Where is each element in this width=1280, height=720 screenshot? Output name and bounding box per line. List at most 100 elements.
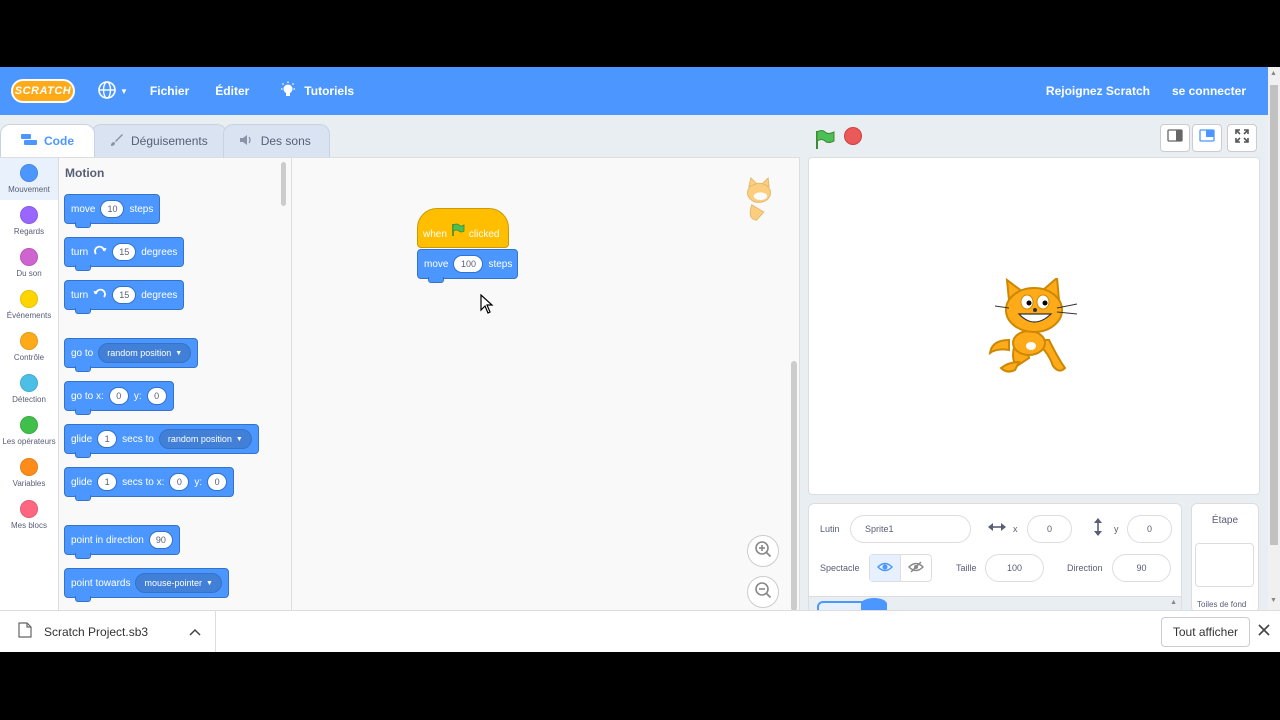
palette-scrollbar[interactable] bbox=[281, 162, 286, 206]
block-move-script[interactable]: move 100 steps bbox=[417, 249, 518, 283]
block-glide-xy[interactable]: glide 1 secs to x: 0 y: 0 bbox=[64, 467, 235, 501]
fullscreen-button[interactable] bbox=[1227, 124, 1257, 152]
block-goto[interactable]: go to random position ▼ bbox=[64, 338, 199, 372]
fullscreen-icon bbox=[1235, 128, 1249, 148]
green-flag-button[interactable] bbox=[814, 129, 836, 156]
category-2[interactable]: Du son bbox=[0, 242, 58, 284]
tab-code[interactable]: Code bbox=[0, 124, 95, 157]
sprite-name-input[interactable]: Sprite1 bbox=[850, 515, 971, 543]
delete-sprite-button[interactable] bbox=[861, 598, 887, 610]
tab-sounds[interactable]: Des sons bbox=[222, 124, 330, 157]
size-input[interactable]: 100 bbox=[985, 554, 1044, 582]
zoom-out-button[interactable] bbox=[747, 576, 779, 608]
scroll-up-icon[interactable]: ▲ bbox=[1270, 70, 1277, 77]
category-5[interactable]: Détection bbox=[0, 368, 58, 410]
category-6[interactable]: Les opérateurs bbox=[0, 410, 58, 452]
scrollbar-thumb[interactable] bbox=[1270, 85, 1278, 545]
chevron-down-icon: ▼ bbox=[120, 86, 128, 96]
category-8[interactable]: Mes blocs bbox=[0, 494, 58, 536]
sign-in-link[interactable]: se connecter bbox=[1172, 84, 1246, 98]
block-input[interactable]: 1 bbox=[97, 430, 118, 448]
category-label: Mes blocs bbox=[10, 521, 47, 530]
block-input[interactable]: 0 bbox=[108, 387, 129, 405]
block-point-towards[interactable]: point towards mouse-pointer ▼ bbox=[64, 568, 229, 602]
block-text: point in direction bbox=[71, 534, 144, 546]
block-input[interactable]: 15 bbox=[112, 286, 137, 304]
category-3[interactable]: Événements bbox=[0, 284, 58, 326]
join-scratch-link[interactable]: Rejoignez Scratch bbox=[1046, 84, 1150, 98]
scroll-down-icon[interactable]: ▼ bbox=[1270, 597, 1277, 604]
vertical-arrows-icon bbox=[1093, 518, 1103, 538]
close-icon[interactable] bbox=[1258, 624, 1270, 639]
block-dropdown[interactable]: random position ▼ bbox=[98, 343, 192, 363]
block-goto-xy[interactable]: go to x: 0 y: 0 bbox=[64, 381, 174, 415]
dropdown-arrow-icon: ▼ bbox=[175, 349, 183, 357]
category-4[interactable]: Contrôle bbox=[0, 326, 58, 368]
block-input[interactable]: 90 bbox=[148, 531, 173, 549]
small-stage-button[interactable] bbox=[1160, 124, 1190, 152]
script-workspace[interactable]: when clicked move 100 steps bbox=[292, 157, 800, 612]
show-label: Spectacle bbox=[820, 563, 860, 573]
stage-selector-panel[interactable]: Étape Toiles de fond bbox=[1191, 503, 1259, 613]
file-menu[interactable]: Fichier bbox=[150, 84, 189, 98]
block-move[interactable]: move 10 steps bbox=[64, 194, 161, 228]
scroll-up-icon[interactable]: ▲ bbox=[1170, 599, 1177, 606]
dropdown-value: random position bbox=[167, 434, 232, 444]
block-input[interactable]: 1 bbox=[97, 473, 118, 491]
normal-stage-button[interactable] bbox=[1192, 124, 1222, 152]
block-input[interactable]: 0 bbox=[169, 473, 190, 491]
stage-canvas[interactable] bbox=[808, 157, 1260, 495]
tab-sounds-label: Des sons bbox=[260, 134, 311, 148]
block-turn-left[interactable]: turn 15 degrees bbox=[64, 280, 185, 314]
show-all-button[interactable]: Tout afficher bbox=[1160, 616, 1250, 647]
block-text: turn bbox=[71, 246, 89, 258]
x-input[interactable]: 0 bbox=[1027, 515, 1072, 543]
block-input[interactable]: 10 bbox=[100, 200, 125, 218]
brush-icon bbox=[110, 133, 124, 150]
visibility-toggle bbox=[869, 554, 932, 582]
block-input[interactable]: 0 bbox=[207, 473, 228, 491]
block-text: when bbox=[423, 229, 447, 240]
category-1[interactable]: Regards bbox=[0, 200, 58, 242]
category-7[interactable]: Variables bbox=[0, 452, 58, 494]
stop-button[interactable] bbox=[844, 127, 862, 145]
tab-code-label: Code bbox=[44, 134, 74, 148]
tab-costumes[interactable]: Déguisements bbox=[91, 124, 227, 157]
zoom-in-button[interactable] bbox=[747, 535, 779, 567]
download-item[interactable]: Scratch Project.sb3 bbox=[0, 610, 216, 652]
cat-sprite[interactable] bbox=[987, 275, 1082, 383]
category-color-dot bbox=[20, 374, 38, 392]
block-point-direction[interactable]: point in direction 90 bbox=[64, 525, 180, 559]
show-sprite-button[interactable] bbox=[870, 555, 901, 581]
globe-icon bbox=[97, 80, 117, 103]
backdrop-thumbnail[interactable] bbox=[1195, 543, 1254, 587]
language-menu[interactable]: ▼ bbox=[97, 80, 128, 103]
category-color-dot bbox=[20, 332, 38, 350]
block-dropdown[interactable]: random position ▼ bbox=[158, 429, 252, 449]
block-input[interactable]: 0 bbox=[146, 387, 167, 405]
block-input[interactable]: 100 bbox=[453, 255, 484, 273]
page-scrollbar[interactable]: ▲ ▼ bbox=[1268, 67, 1280, 652]
y-input[interactable]: 0 bbox=[1127, 515, 1172, 543]
block-when-flag-clicked[interactable]: when clicked bbox=[417, 208, 509, 248]
workspace-scrollbar[interactable] bbox=[791, 361, 797, 611]
category-0[interactable]: Mouvement bbox=[0, 158, 58, 200]
edit-menu[interactable]: Éditer bbox=[215, 84, 249, 98]
category-color-dot bbox=[20, 248, 38, 266]
direction-input[interactable]: 90 bbox=[1112, 554, 1171, 582]
hide-sprite-button[interactable] bbox=[901, 555, 931, 581]
tutorials-menu[interactable]: Tutoriels bbox=[279, 81, 354, 102]
category-label: Variables bbox=[12, 479, 46, 488]
chevron-up-icon[interactable] bbox=[189, 625, 201, 639]
block-text: go to bbox=[71, 347, 94, 359]
zoom-out-icon bbox=[754, 581, 772, 604]
block-turn-right[interactable]: turn 15 degrees bbox=[64, 237, 185, 271]
scratch-logo[interactable]: SCRATCH bbox=[11, 79, 75, 103]
tab-costumes-label: Déguisements bbox=[131, 134, 208, 148]
dropdown-value: mouse-pointer bbox=[144, 578, 203, 588]
x-label: x bbox=[1013, 524, 1018, 534]
block-dropdown[interactable]: mouse-pointer ▼ bbox=[135, 573, 222, 593]
block-glide[interactable]: glide 1 secs to random position ▼ bbox=[64, 424, 259, 458]
block-input[interactable]: 15 bbox=[112, 243, 137, 261]
block-text: y: bbox=[194, 476, 203, 488]
